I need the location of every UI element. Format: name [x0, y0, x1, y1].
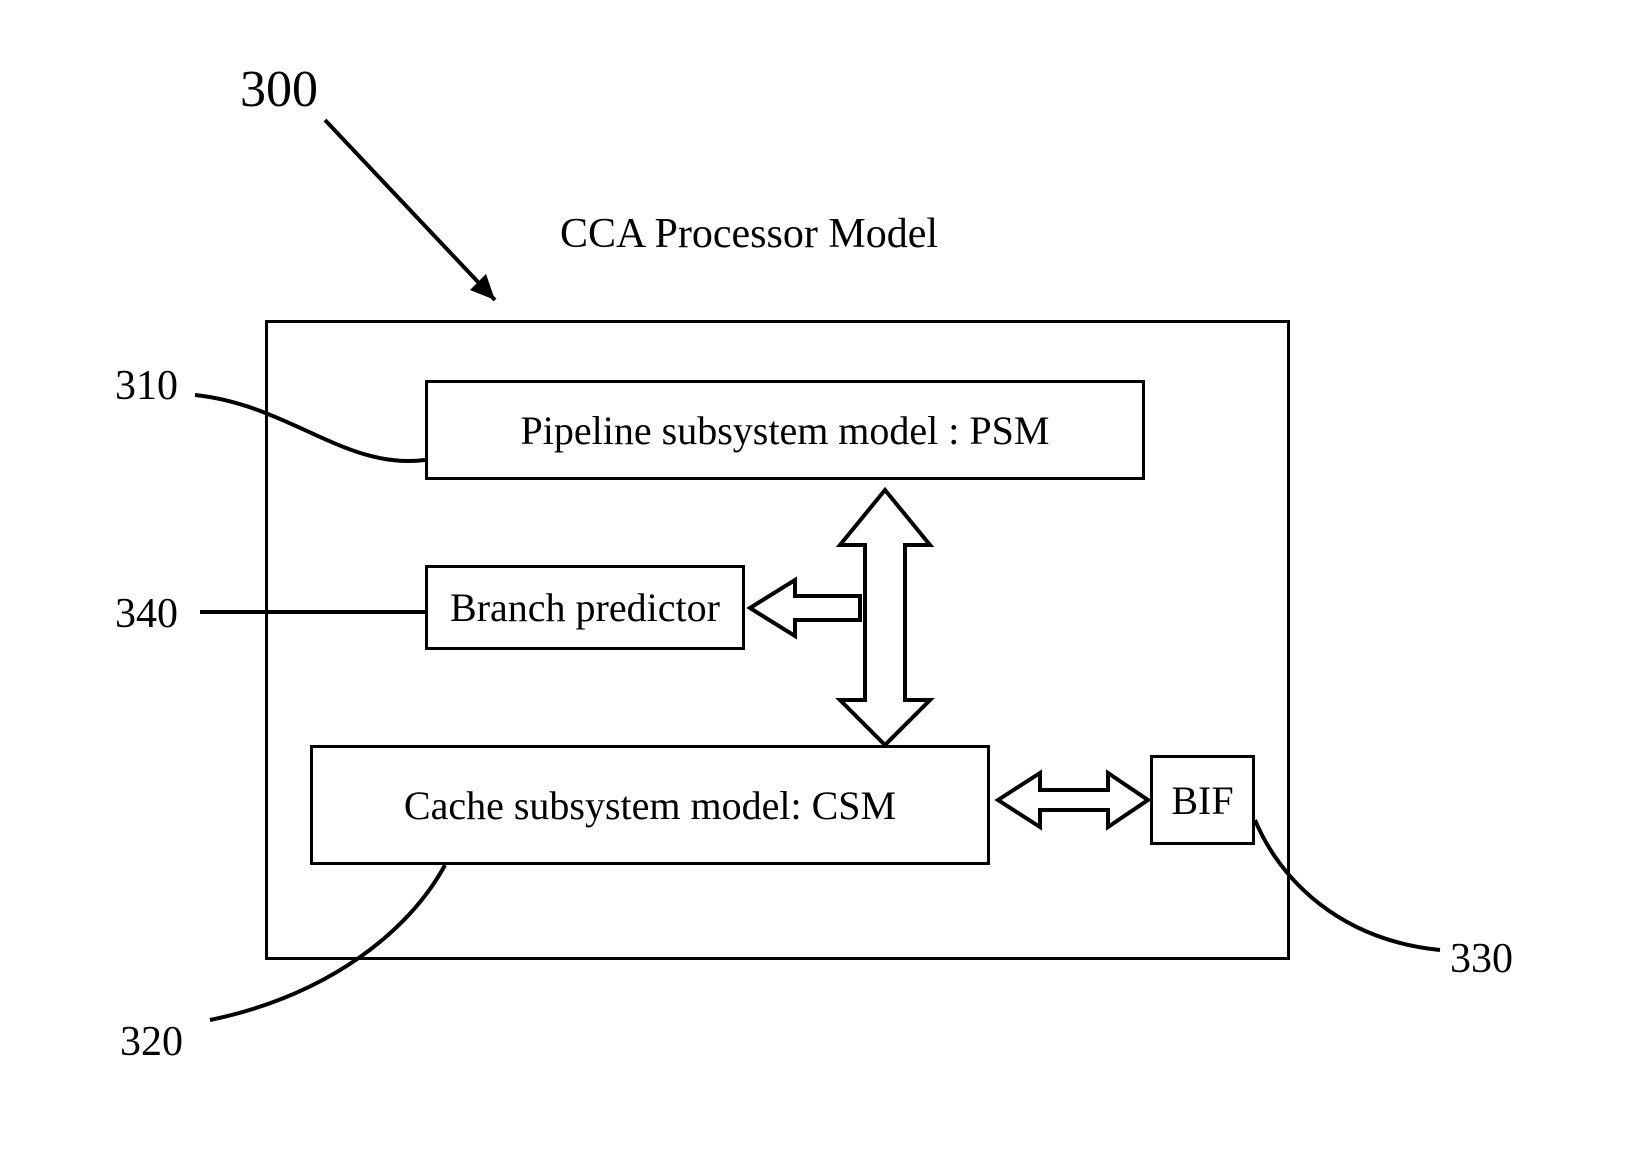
- diagram-canvas: CCA Processor Model 300 310 340 320 330 …: [0, 0, 1635, 1157]
- bif-block: BIF: [1150, 755, 1255, 845]
- ref-branch: 340: [115, 590, 178, 638]
- csm-block: Cache subsystem model: CSM: [310, 745, 990, 865]
- branch-predictor-block: Branch predictor: [425, 565, 745, 650]
- ref-bif: 330: [1450, 935, 1513, 983]
- psm-block: Pipeline subsystem model : PSM: [425, 380, 1145, 480]
- diagram-title: CCA Processor Model: [560, 210, 938, 258]
- leader-arrow-300: [325, 120, 495, 300]
- ref-main: 300: [240, 60, 318, 119]
- ref-csm: 320: [120, 1018, 183, 1066]
- ref-psm: 310: [115, 362, 178, 410]
